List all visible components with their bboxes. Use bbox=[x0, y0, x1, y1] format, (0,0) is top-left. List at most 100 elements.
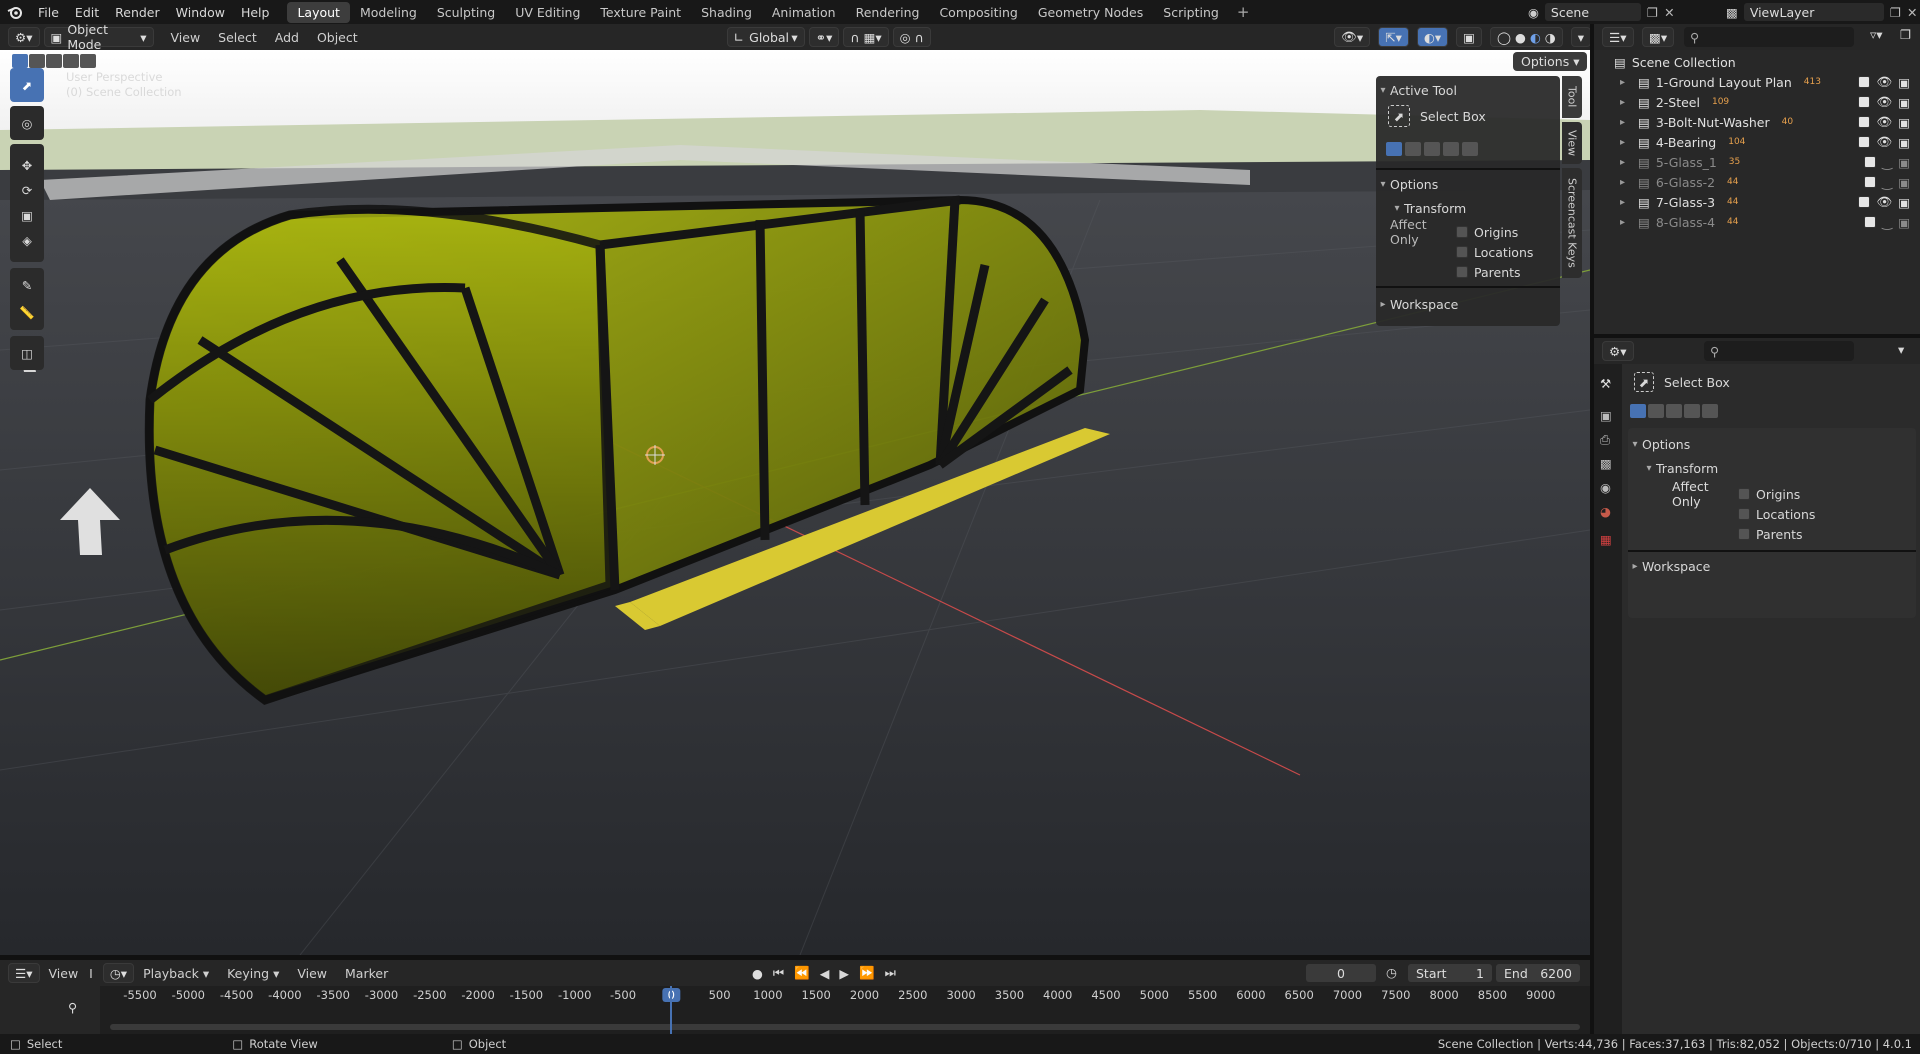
exclude-checkbox[interactable] bbox=[1858, 76, 1871, 88]
properties-workspace-header[interactable]: ▸ Workspace bbox=[1628, 556, 1916, 576]
move-icon[interactable]: ✥ bbox=[22, 158, 32, 173]
tab-animation[interactable]: Animation bbox=[762, 2, 846, 23]
editor-type-button[interactable]: ⚙ ▾ bbox=[8, 27, 40, 47]
proportional-editing-toggle[interactable]: ◎ ∩ bbox=[892, 27, 931, 47]
exclude-checkbox[interactable] bbox=[1858, 136, 1871, 148]
jump-keyframe-back-icon[interactable]: ⏪ bbox=[794, 965, 810, 981]
mode-set-icon[interactable] bbox=[1630, 404, 1646, 418]
menu-render[interactable]: Render bbox=[107, 5, 168, 20]
mode-intersect-icon[interactable] bbox=[1462, 142, 1478, 156]
jump-end-icon[interactable]: ⏭ bbox=[885, 965, 896, 981]
active-tool-header[interactable]: ▾ Active Tool bbox=[1376, 80, 1560, 100]
outliner-collection-row[interactable]: ▸ ▤ 8-Glass-4 44 ‿ ▣ bbox=[1594, 212, 1920, 232]
exclude-checkbox[interactable] bbox=[1864, 176, 1877, 188]
active-tool-row[interactable]: ⬈ Select Box bbox=[1376, 105, 1560, 127]
expand-arrow-icon[interactable]: ▸ bbox=[1620, 177, 1634, 188]
mode-dropdown[interactable]: ▣ Object Mode ▾ bbox=[43, 22, 154, 52]
current-frame-field[interactable]: 0 bbox=[1306, 964, 1376, 982]
menu-object[interactable]: Object bbox=[308, 30, 367, 45]
select-invert-icon[interactable] bbox=[63, 54, 79, 68]
timeline-body[interactable]: ⚲ -5500 -5000 -4500 -4000 -3500 -3000 -2500 -20… bbox=[0, 986, 1590, 1034]
tab-geometry-nodes[interactable]: Geometry Nodes bbox=[1028, 2, 1153, 23]
eye-icon[interactable]: 👁 bbox=[1876, 114, 1892, 130]
timeline-editor-type[interactable]: ☰ ▾ bbox=[8, 963, 40, 983]
transform-header[interactable]: ▾ Transform bbox=[1376, 198, 1560, 218]
workspace-header[interactable]: ▸ Workspace bbox=[1376, 294, 1560, 314]
exclude-checkbox[interactable] bbox=[1858, 196, 1871, 208]
exclude-checkbox[interactable] bbox=[1864, 216, 1877, 228]
scene-name-field[interactable]: Scene bbox=[1544, 3, 1641, 21]
outliner-collection-row[interactable]: ▸ ▤ 2-Steel 109 👁 ▣ bbox=[1594, 92, 1920, 112]
add-workspace-button[interactable]: + bbox=[1229, 3, 1258, 21]
camera-icon[interactable]: ▣ bbox=[1898, 75, 1910, 90]
output-tab-icon[interactable]: ⎙ bbox=[1600, 432, 1610, 448]
tab-scripting[interactable]: Scripting bbox=[1153, 2, 1229, 23]
keying-menu[interactable]: Keying ▾ bbox=[218, 966, 288, 981]
outliner-collection-row[interactable]: ▸ ▤ 4-Bearing 104 👁 ▣ bbox=[1594, 132, 1920, 152]
mode-intersect-icon[interactable] bbox=[1702, 404, 1718, 418]
outliner-collection-row[interactable]: ▸ ▤ 7-Glass-3 44 👁 ▣ bbox=[1594, 192, 1920, 212]
timeline-view-menu[interactable]: View bbox=[288, 966, 336, 981]
start-frame-field[interactable]: Start 1 bbox=[1408, 964, 1492, 982]
camera-icon[interactable]: ▣ bbox=[1898, 135, 1910, 150]
view-layer-name-field[interactable]: ViewLayer bbox=[1743, 3, 1884, 21]
exclude-checkbox[interactable] bbox=[1858, 116, 1871, 128]
expand-arrow-icon[interactable]: ▸ bbox=[1620, 197, 1634, 208]
playback-menu[interactable]: Playback ▾ bbox=[134, 966, 218, 981]
outliner-search-input[interactable]: ⚲ bbox=[1684, 27, 1854, 47]
material-shading-icon[interactable]: ◐ bbox=[1530, 30, 1541, 45]
tab-rendering[interactable]: Rendering bbox=[846, 2, 930, 23]
texture-tab-icon[interactable]: ▦ bbox=[1600, 532, 1612, 547]
exclude-checkbox[interactable] bbox=[1858, 96, 1871, 108]
preview-range-icon[interactable]: ◷ bbox=[1386, 965, 1397, 980]
overlays-toggle[interactable]: ◐ ▾ bbox=[1416, 27, 1449, 47]
expand-arrow-icon[interactable]: ▸ bbox=[1620, 97, 1634, 108]
mode-difference-icon[interactable] bbox=[1684, 404, 1700, 418]
rotate-icon[interactable]: ⟳ bbox=[22, 183, 32, 198]
camera-icon[interactable]: ▣ bbox=[1898, 115, 1910, 130]
properties-search-input[interactable]: ⚲ bbox=[1704, 341, 1854, 361]
tab-view[interactable]: View bbox=[1562, 122, 1582, 164]
tool-tab-icon[interactable]: ⚒ bbox=[1600, 376, 1611, 391]
outliner-editor-type[interactable]: ☰ ▾ bbox=[1602, 27, 1634, 47]
timeline-scrollbar[interactable] bbox=[110, 1024, 1580, 1030]
properties-transform-header[interactable]: ▾ Transform bbox=[1628, 458, 1916, 478]
select-extend-icon[interactable] bbox=[29, 54, 45, 68]
annotate-icon[interactable]: ✎ bbox=[22, 278, 32, 293]
tab-shading[interactable]: Shading bbox=[691, 2, 762, 23]
measure-icon[interactable]: 📏 bbox=[19, 305, 35, 321]
transform-orientation-dropdown[interactable]: ∟ Global ▾ bbox=[726, 27, 805, 47]
camera-icon[interactable]: ▣ bbox=[1898, 175, 1910, 190]
solid-shading-icon[interactable]: ● bbox=[1515, 30, 1526, 45]
options-dropdown[interactable]: Options ▾ bbox=[1513, 52, 1588, 71]
scene-collection-row[interactable]: ▤ Scene Collection bbox=[1594, 52, 1920, 72]
menu-select[interactable]: Select bbox=[209, 30, 266, 45]
scale-icon[interactable]: ▣ bbox=[21, 208, 33, 223]
expand-arrow-icon[interactable]: ▸ bbox=[1620, 217, 1634, 228]
blender-logo-icon[interactable] bbox=[0, 0, 30, 24]
delete-scene-icon[interactable]: ✕ bbox=[1664, 5, 1674, 20]
timeline-ruler[interactable]: -5500 -5000 -4500 -4000 -3500 -3000 -2500 -2000… bbox=[0, 986, 1590, 1006]
camera-icon[interactable]: ▣ bbox=[1898, 95, 1910, 110]
outliner-collection-row[interactable]: ▸ ▤ 6-Glass-2 44 ‿ ▣ bbox=[1594, 172, 1920, 192]
wireframe-shading-icon[interactable]: ◯ bbox=[1497, 30, 1511, 45]
view-layer-tab-icon[interactable]: ▩ bbox=[1600, 456, 1612, 471]
jump-keyframe-forward-icon[interactable]: ⏩ bbox=[859, 965, 875, 981]
parents-checkbox[interactable] bbox=[1738, 528, 1750, 540]
tab-texture-paint[interactable]: Texture Paint bbox=[590, 2, 691, 23]
menu-help[interactable]: Help bbox=[233, 5, 278, 20]
mode-extend-icon[interactable] bbox=[1405, 142, 1421, 156]
new-collection-button[interactable]: ❐ bbox=[1900, 27, 1911, 42]
playhead-line[interactable] bbox=[670, 986, 672, 1034]
menu-file[interactable]: File bbox=[30, 5, 67, 20]
expand-arrow-icon[interactable]: ▸ bbox=[1620, 77, 1634, 88]
menu-window[interactable]: Window bbox=[168, 5, 233, 20]
mode-extend-icon[interactable] bbox=[1648, 404, 1664, 418]
outliner-collection-row[interactable]: ▸ ▤ 1-Ground Layout Plan 413 👁 ▣ bbox=[1594, 72, 1920, 92]
camera-icon[interactable]: ▣ bbox=[1898, 155, 1910, 170]
tab-layout[interactable]: Layout bbox=[287, 1, 350, 23]
options-header[interactable]: ▾ Options bbox=[1376, 174, 1560, 194]
tab-compositing[interactable]: Compositing bbox=[929, 2, 1027, 23]
timeline-menu-view[interactable]: View bbox=[40, 966, 88, 981]
menu-edit[interactable]: Edit bbox=[67, 5, 107, 20]
